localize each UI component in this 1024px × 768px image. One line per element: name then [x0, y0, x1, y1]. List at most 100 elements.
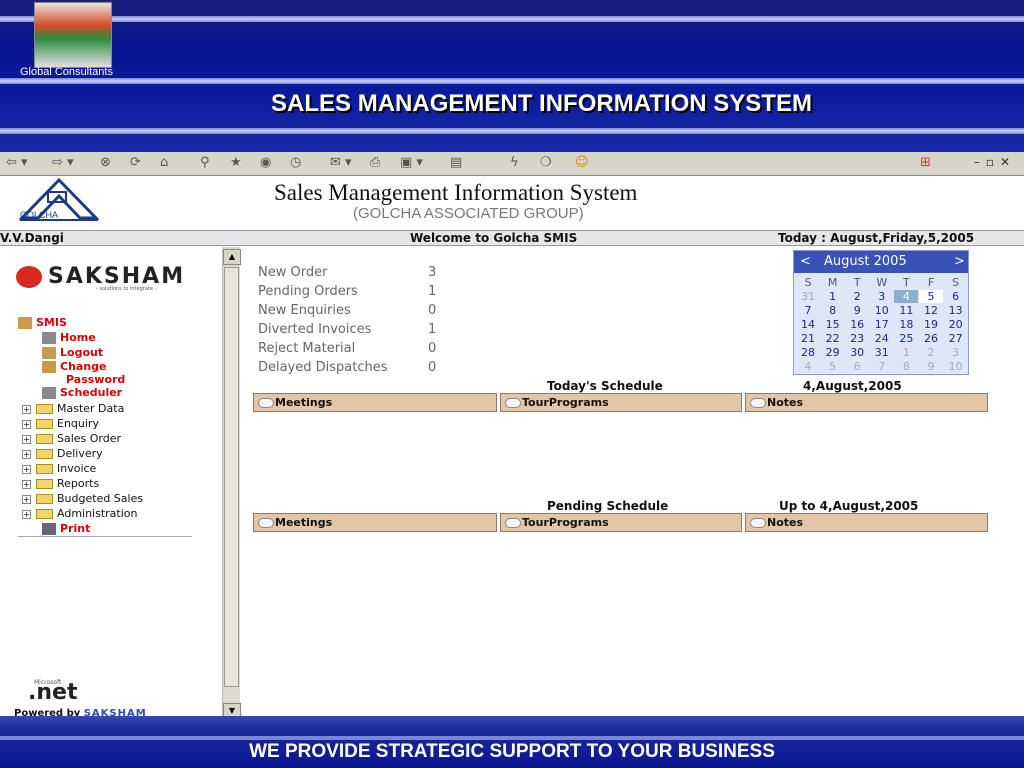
calendar-day[interactable]: 29 [821, 346, 845, 359]
expand-icon[interactable]: + [22, 419, 31, 429]
stat-row[interactable]: Delayed Dispatches 0 [258, 360, 436, 375]
nav-print-link[interactable]: Print [42, 522, 90, 535]
tree-folder-enquiry[interactable]: + Enquiry [22, 417, 99, 430]
tree-folder-administration[interactable]: + Administration [22, 507, 138, 520]
stop-icon[interactable]: ⊗ [100, 155, 111, 170]
calendar-day[interactable]: 22 [821, 332, 845, 345]
stat-row[interactable]: Diverted Invoices 1 [258, 322, 436, 337]
calendar-day[interactable]: 5 [919, 290, 943, 303]
tree-folder-budgeted-sales[interactable]: + Budgeted Sales [22, 492, 143, 505]
calendar-day[interactable]: 6 [944, 290, 968, 303]
calendar-day[interactable]: 20 [944, 318, 968, 331]
refresh-icon[interactable]: ⟳ [130, 155, 141, 170]
calendar-day[interactable]: 21 [796, 332, 820, 345]
calendar-day[interactable]: 24 [870, 332, 894, 345]
calendar-day[interactable]: 15 [821, 318, 845, 331]
expand-icon[interactable]: + [22, 449, 31, 459]
calendar-day[interactable]: 19 [919, 318, 943, 331]
calendar-day[interactable]: 18 [894, 318, 918, 331]
calendar-day[interactable]: 7 [796, 304, 820, 317]
calendar-day[interactable]: 31 [796, 290, 820, 303]
calendar-day[interactable]: 10 [944, 360, 968, 373]
calendar-day[interactable]: 12 [919, 304, 943, 317]
calendar-day[interactable]: 4 [894, 290, 919, 303]
saksham-tagline: - solutions to integrate - [96, 286, 157, 292]
home-icon[interactable]: ⌂ [160, 155, 168, 170]
calendar-day[interactable]: 27 [944, 332, 968, 345]
calendar-day[interactable]: 14 [796, 318, 820, 331]
tree-folder-invoice[interactable]: + Invoice [22, 462, 96, 475]
calendar-day[interactable]: 11 [894, 304, 918, 317]
nav-home-link[interactable]: Home [42, 331, 96, 344]
back-icon[interactable]: ⇦ ▾ [6, 155, 28, 170]
nav-scheduler-link[interactable]: Scheduler [42, 386, 122, 399]
print-icon[interactable]: ⎙ [370, 155, 380, 170]
calendar-day[interactable]: 17 [870, 318, 894, 331]
calendar-day[interactable]: 23 [845, 332, 869, 345]
calendar-day[interactable]: 31 [870, 346, 894, 359]
calendar-day[interactable]: 7 [870, 360, 894, 373]
expand-icon[interactable]: + [22, 494, 31, 504]
calendar-day[interactable]: 1 [894, 346, 918, 359]
window-controls[interactable]: –▫✕ [974, 155, 1016, 169]
media-icon[interactable]: ◉ [260, 155, 271, 170]
today-tourprograms-tab[interactable]: TourPrograms [500, 393, 742, 412]
stat-row[interactable]: Pending Orders 1 [258, 284, 436, 299]
calendar-day[interactable]: 13 [944, 304, 968, 317]
prev-month-button[interactable]: < [800, 254, 811, 269]
expand-icon[interactable]: + [22, 464, 31, 474]
tree-root-smis[interactable]: SMIS [18, 316, 67, 329]
stat-row[interactable]: New Enquiries 0 [258, 303, 436, 318]
pending-notes-tab[interactable]: Notes [745, 513, 988, 532]
calendar-day[interactable]: 8 [821, 304, 845, 317]
calendar-day[interactable]: 9 [845, 304, 869, 317]
discuss-icon[interactable]: ▤ [450, 155, 462, 170]
calendar-day[interactable]: 25 [894, 332, 918, 345]
calendar-day[interactable]: 3 [870, 290, 894, 303]
sidebar-scrollbar[interactable]: ▲ ▼ [222, 247, 241, 719]
stat-row[interactable]: New Order 3 [258, 265, 436, 280]
calendar-day[interactable]: 2 [845, 290, 869, 303]
calendar-day[interactable]: 10 [870, 304, 894, 317]
today-meetings-tab[interactable]: Meetings [253, 393, 497, 412]
mail-icon[interactable]: ✉ ▾ [330, 155, 352, 170]
expand-icon[interactable]: + [22, 479, 31, 489]
expand-icon[interactable]: + [22, 434, 31, 444]
forward-icon[interactable]: ⇨ ▾ [52, 155, 74, 170]
smiley-icon[interactable]: ☺ [575, 155, 589, 170]
calendar-day[interactable]: 26 [919, 332, 943, 345]
tree-folder-master-data[interactable]: + Master Data [22, 402, 124, 415]
search-icon[interactable]: ⚲ [200, 155, 210, 170]
messenger-icon[interactable]: ❍ [540, 155, 552, 170]
scroll-up-arrow-icon[interactable]: ▲ [223, 249, 241, 265]
calendar-day[interactable]: 5 [821, 360, 845, 373]
edit-icon[interactable]: ▣ ▾ [400, 155, 423, 170]
stat-row[interactable]: Reject Material 0 [258, 341, 436, 356]
pending-meetings-tab[interactable]: Meetings [253, 513, 497, 532]
calendar-day[interactable]: 4 [796, 360, 820, 373]
calendar-day[interactable]: 6 [845, 360, 869, 373]
tree-folder-reports[interactable]: + Reports [22, 477, 99, 490]
calendar-day[interactable]: 2 [919, 346, 943, 359]
scroll-thumb[interactable] [224, 267, 239, 687]
favorites-icon[interactable]: ★ [230, 155, 242, 170]
expand-icon[interactable]: + [22, 404, 31, 414]
history-icon[interactable]: ◷ [290, 155, 301, 170]
next-month-button[interactable]: > [954, 254, 965, 269]
today-notes-tab[interactable]: Notes [745, 393, 988, 412]
nav-change-password-link-line2[interactable]: Password [66, 373, 125, 386]
calendar-day[interactable]: 1 [821, 290, 845, 303]
tree-folder-sales-order[interactable]: + Sales Order [22, 432, 121, 445]
calendar-day[interactable]: 16 [845, 318, 869, 331]
calendar-day[interactable]: 9 [919, 360, 943, 373]
expand-icon[interactable]: + [22, 509, 31, 519]
tree-folder-delivery[interactable]: + Delivery [22, 447, 103, 460]
lightning-icon[interactable]: ϟ [510, 155, 519, 170]
nav-change-password-link[interactable]: Change [42, 360, 107, 373]
pending-tourprograms-tab[interactable]: TourPrograms [500, 513, 742, 532]
calendar-day[interactable]: 8 [894, 360, 918, 373]
calendar-day[interactable]: 28 [796, 346, 820, 359]
nav-logout-link[interactable]: Logout [42, 346, 103, 359]
calendar-day[interactable]: 3 [944, 346, 968, 359]
calendar-day[interactable]: 30 [845, 346, 869, 359]
